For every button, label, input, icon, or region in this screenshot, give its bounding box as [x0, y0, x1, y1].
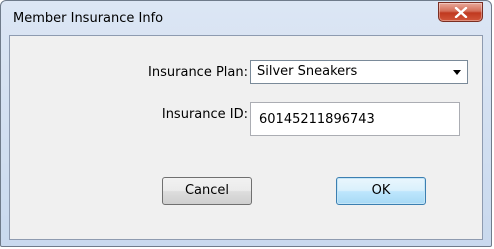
dialog-body: Insurance Plan: Silver Sneakers Insuranc…	[9, 35, 483, 240]
close-icon	[454, 7, 468, 18]
insurance-id-input[interactable]: 60145211896743	[250, 102, 460, 136]
insurance-id-value: 60145211896743	[259, 112, 375, 127]
window-title: Member Insurance Info	[13, 11, 164, 26]
insurance-plan-value: Silver Sneakers	[257, 64, 358, 79]
insurance-plan-label: Insurance Plan:	[148, 65, 248, 80]
cancel-button[interactable]: Cancel	[162, 177, 252, 205]
title-bar[interactable]: Member Insurance Info	[1, 1, 491, 35]
chevron-down-icon	[453, 70, 461, 75]
close-button[interactable]	[438, 2, 483, 22]
dialog-window: Member Insurance Info Insurance Plan: Si…	[0, 0, 492, 247]
insurance-plan-select[interactable]: Silver Sneakers	[250, 60, 468, 84]
insurance-id-label: Insurance ID:	[161, 107, 248, 122]
ok-button[interactable]: OK	[336, 177, 426, 205]
